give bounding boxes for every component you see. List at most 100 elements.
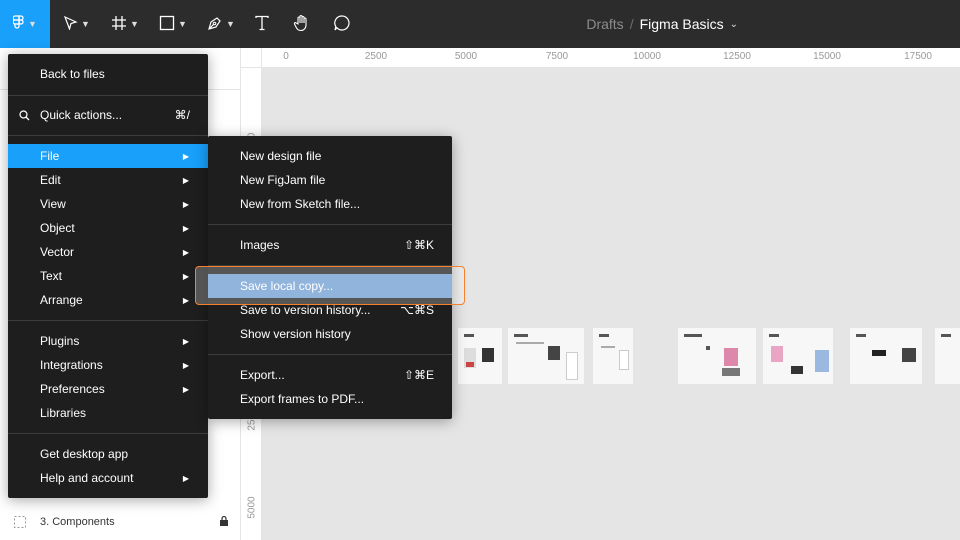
ruler-label: 0 (283, 51, 289, 62)
menu-item-label: Save to version history... (240, 303, 371, 317)
caret-right-icon: ▶ (182, 384, 189, 394)
menu-item-vector[interactable]: Vector ▶ (8, 240, 208, 264)
caret-right-icon: ▶ (182, 199, 189, 209)
caret-right-icon: ▶ (182, 271, 189, 281)
chevron-down-icon: ▼ (81, 19, 90, 29)
canvas-frame[interactable] (763, 328, 833, 384)
menu-item-new-design-file[interactable]: New design file (208, 144, 452, 168)
menu-item-new-from-sketch[interactable]: New from Sketch file... (208, 192, 452, 216)
menu-item-arrange[interactable]: Arrange ▶ (8, 288, 208, 312)
menu-item-label: Vector (40, 245, 75, 259)
ruler-label: 10000 (633, 51, 661, 62)
canvas-frame[interactable] (593, 328, 633, 384)
menu-item-label: Text (40, 269, 63, 283)
chevron-down-icon: ▼ (130, 19, 139, 29)
menu-item-label: Object (40, 221, 75, 235)
canvas-frame[interactable] (935, 328, 960, 384)
menu-separator (8, 135, 208, 136)
menu-item-new-figjam-file[interactable]: New FigJam file (208, 168, 452, 192)
breadcrumb-folder[interactable]: Drafts (586, 16, 623, 32)
menu-item-back-to-files[interactable]: Back to files (8, 62, 208, 86)
menu-item-label: Libraries (40, 406, 87, 420)
menu-item-label: Export frames to PDF... (240, 392, 365, 406)
ruler-label: 5000 (454, 51, 478, 62)
menu-item-label: New from Sketch file... (240, 197, 361, 211)
chevron-down-icon: ▼ (28, 19, 37, 29)
menu-separator (208, 354, 452, 355)
chevron-down-icon[interactable]: ⌄ (730, 19, 738, 30)
rectangle-icon (159, 15, 175, 34)
frame-outline-icon (14, 516, 26, 528)
menu-shortcut: ⌥⌘S (400, 303, 434, 317)
menu-item-show-version-history[interactable]: Show version history (208, 322, 452, 346)
hand-tool-button[interactable] (288, 0, 316, 48)
comment-icon (333, 14, 351, 35)
ruler-label: 2500 (364, 51, 388, 62)
pen-tool-button[interactable]: ▼ (200, 0, 242, 48)
ruler-label: 15000 (813, 51, 841, 62)
menu-item-label: New FigJam file (240, 173, 326, 187)
canvas-frame[interactable] (458, 328, 502, 384)
lock-icon[interactable] (219, 515, 229, 529)
menu-item-help-and-account[interactable]: Help and account ▶ (8, 466, 208, 490)
menu-separator (8, 320, 208, 321)
chevron-down-icon: ▼ (226, 19, 235, 29)
menu-item-libraries[interactable]: Libraries (8, 401, 208, 425)
menu-item-label: Images (240, 238, 280, 252)
ruler-label: 7500 (545, 51, 569, 62)
menu-separator (8, 95, 208, 96)
menu-item-quick-actions[interactable]: Quick actions... ⌘/ (8, 103, 208, 127)
search-icon (19, 110, 30, 124)
file-name[interactable]: Figma Basics (640, 16, 724, 32)
menu-item-label: File (40, 149, 60, 163)
caret-right-icon: ▶ (182, 247, 189, 257)
menu-item-label: Integrations (40, 358, 103, 372)
menu-item-label: Quick actions... (40, 108, 123, 122)
pen-icon (207, 15, 223, 34)
page-item-label: 3. Components (40, 516, 115, 528)
canvas-frame[interactable] (850, 328, 922, 384)
menu-item-get-desktop-app[interactable]: Get desktop app (8, 442, 208, 466)
caret-right-icon: ▶ (182, 336, 189, 346)
menu-item-edit[interactable]: Edit ▶ (8, 168, 208, 192)
caret-right-icon: ▶ (182, 473, 189, 483)
text-tool-button[interactable] (248, 0, 276, 48)
ruler-label: 5000 (246, 496, 258, 519)
ruler-label: 12500 (723, 51, 751, 62)
toolbar: ▼ ▼ ▼ ▼ ▼ Drafts / Figma Basics ⌄ (0, 0, 960, 48)
menu-item-view[interactable]: View ▶ (8, 192, 208, 216)
menu-item-images[interactable]: Images ⇧⌘K (208, 233, 452, 257)
menu-item-export[interactable]: Export... ⇧⌘E (208, 363, 452, 387)
menu-item-label: Export... (240, 368, 285, 382)
menu-item-label: Get desktop app (40, 447, 129, 461)
main-menu-button[interactable]: ▼ (0, 0, 50, 48)
menu-item-file[interactable]: File ▶ (8, 144, 208, 168)
ruler-top: 0 2500 5000 7500 10000 12500 15000 17500 (262, 48, 960, 68)
menu-item-label: View (40, 197, 66, 211)
menu-item-export-frames-to-pdf[interactable]: Export frames to PDF... (208, 387, 452, 411)
menu-item-integrations[interactable]: Integrations ▶ (8, 353, 208, 377)
canvas-frame[interactable] (678, 328, 756, 384)
menu-shortcut: ⇧⌘E (403, 368, 434, 382)
menu-shortcut: ⇧⌘K (403, 238, 434, 252)
ruler-corner (241, 48, 262, 68)
caret-right-icon: ▶ (182, 360, 189, 370)
hand-icon (293, 14, 311, 35)
comment-tool-button[interactable] (328, 0, 356, 48)
frame-icon (111, 15, 127, 34)
figma-logo-icon (12, 14, 25, 34)
menu-item-preferences[interactable]: Preferences ▶ (8, 377, 208, 401)
frame-tool-button[interactable]: ▼ (104, 0, 146, 48)
menu-separator (208, 224, 452, 225)
menu-item-object[interactable]: Object ▶ (8, 216, 208, 240)
chevron-down-icon: ▼ (178, 19, 187, 29)
move-tool-button[interactable]: ▼ (56, 0, 98, 48)
page-item[interactable]: 3. Components (14, 513, 229, 531)
menu-item-plugins[interactable]: Plugins ▶ (8, 329, 208, 353)
canvas-frame[interactable] (508, 328, 584, 384)
menu-item-text[interactable]: Text ▶ (8, 264, 208, 288)
menu-item-label: Preferences (40, 382, 105, 396)
file-title[interactable]: Drafts / Figma Basics ⌄ (586, 0, 738, 48)
text-icon (254, 15, 270, 34)
shape-tool-button[interactable]: ▼ (152, 0, 194, 48)
